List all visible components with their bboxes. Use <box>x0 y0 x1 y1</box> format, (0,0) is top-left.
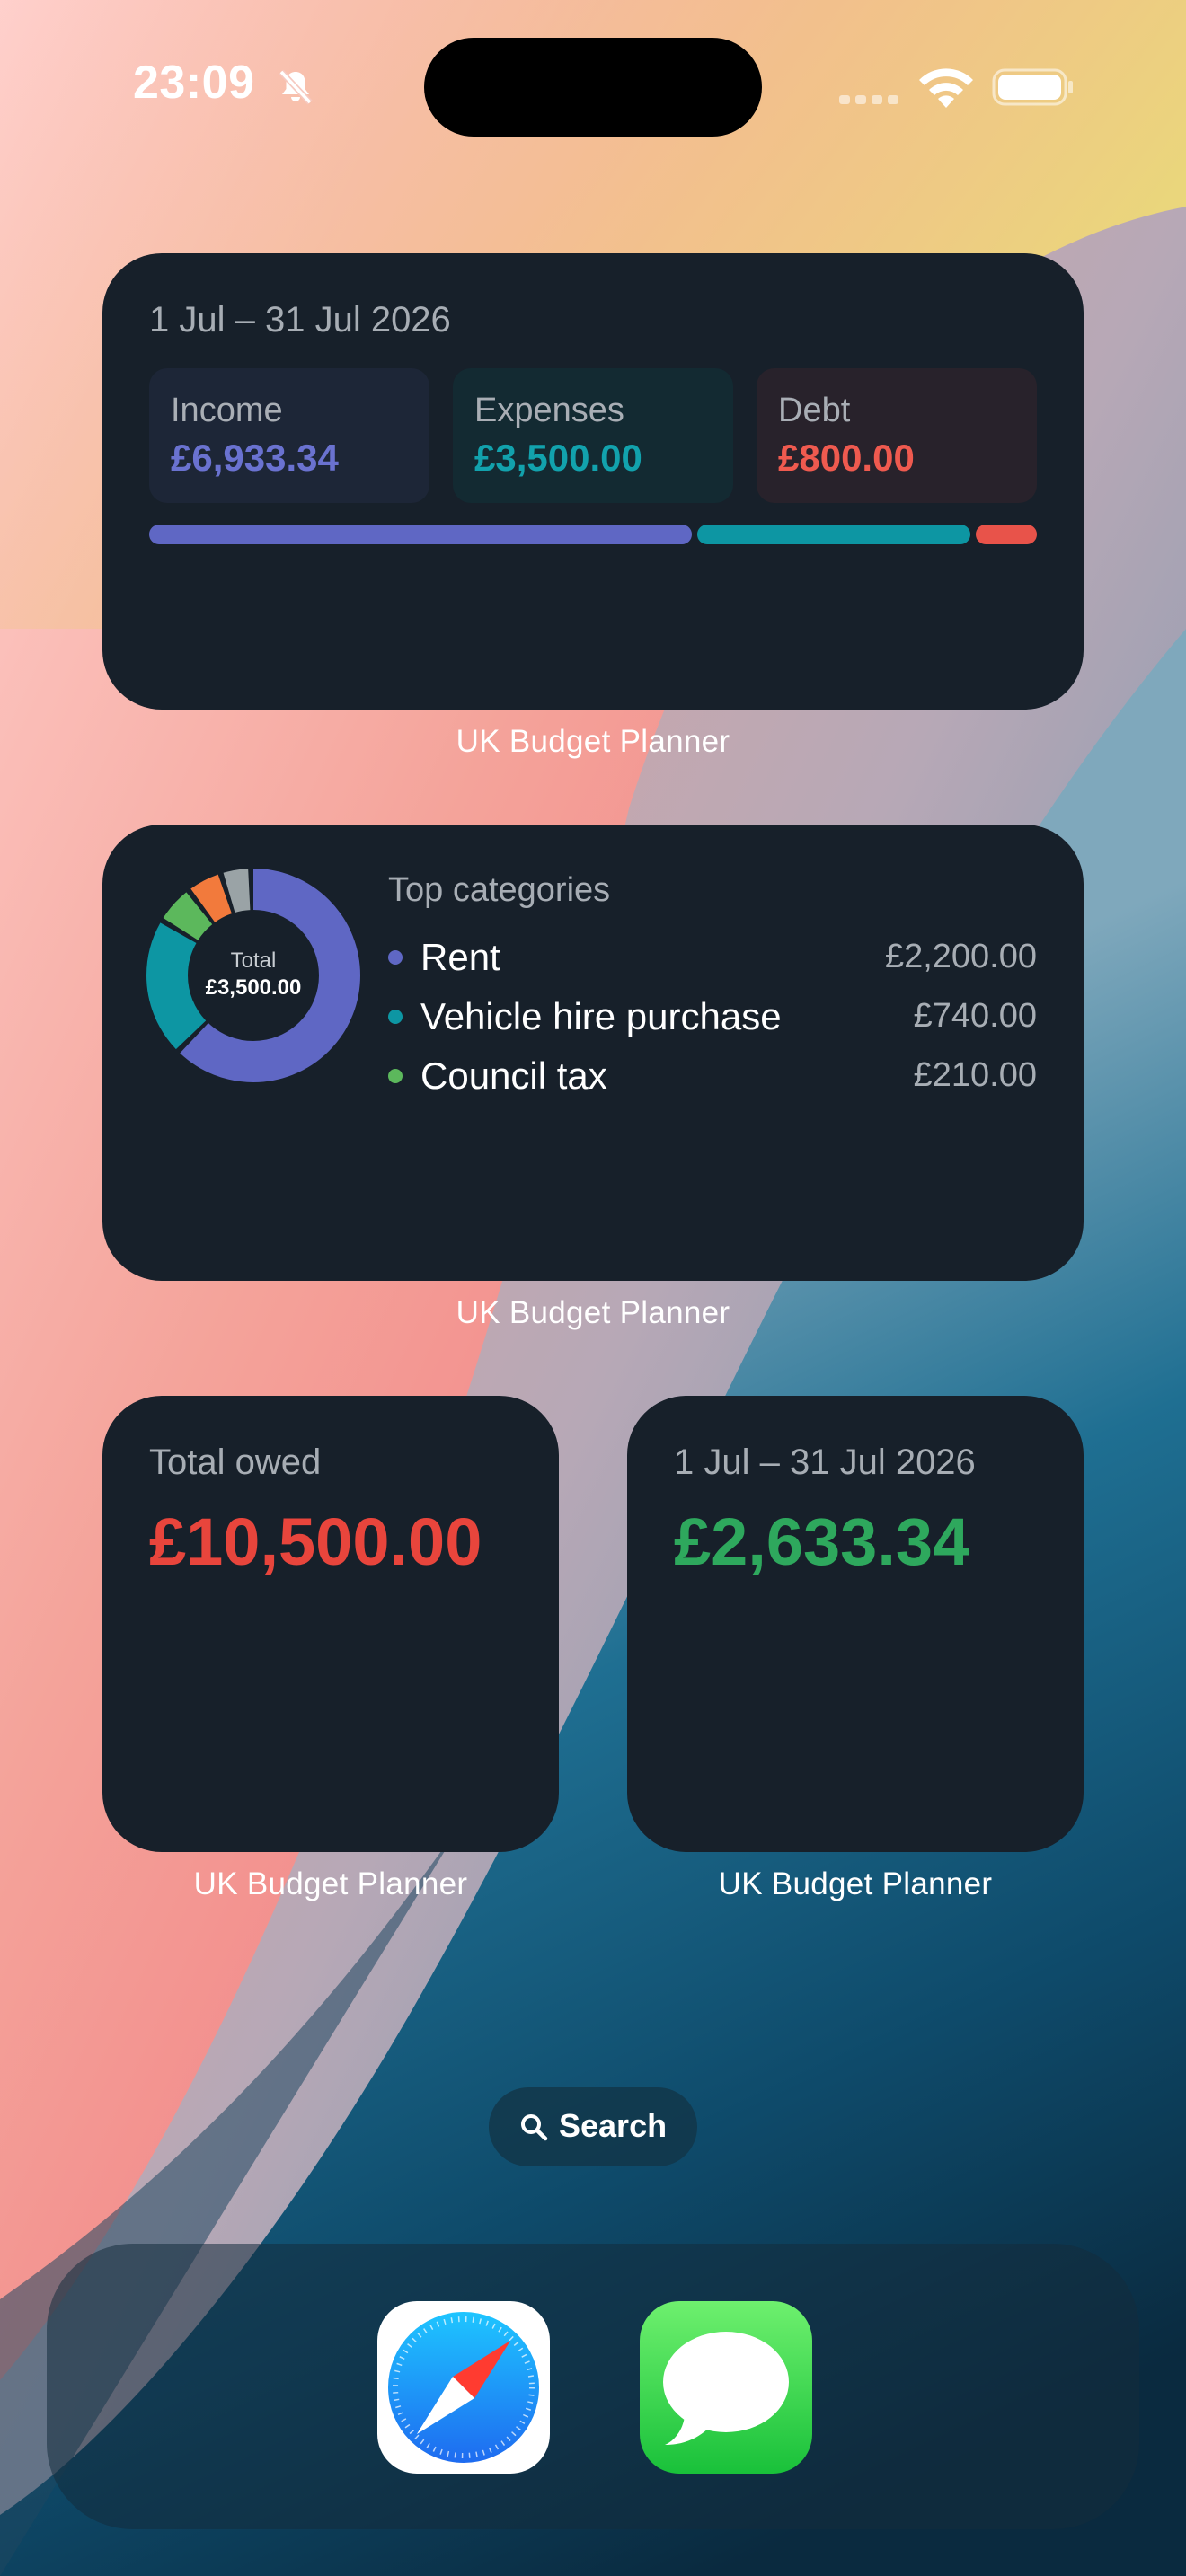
category-row: Rent £2,200.00 <box>388 929 1037 983</box>
income-label: Income <box>171 392 283 429</box>
search-label: Search <box>559 2107 668 2144</box>
category-color-dot <box>388 950 403 965</box>
debt-stat: Debt £800.00 <box>757 368 1037 503</box>
donut-total-value: £3,500.00 <box>205 975 302 1000</box>
income-value: £6,933.34 <box>171 437 339 479</box>
category-amount: £740.00 <box>913 997 1037 1035</box>
expenses-value: £3,500.00 <box>474 437 642 479</box>
category-name: Rent <box>420 936 500 978</box>
period-label: 1 Jul – 31 Jul 2026 <box>149 300 451 340</box>
magnifier-icon <box>521 2114 548 2141</box>
wifi-icon <box>915 65 978 110</box>
safari-icon[interactable] <box>377 2301 550 2474</box>
income-bar <box>149 525 692 544</box>
widget-caption: UK Budget Planner <box>456 724 730 759</box>
cellular-signal-icon <box>839 92 902 104</box>
income-stat: Income £6,933.34 <box>149 368 429 503</box>
debt-bar <box>976 525 1037 544</box>
debt-label: Debt <box>778 392 851 429</box>
balance-period-label: 1 Jul – 31 Jul 2026 <box>674 1442 976 1482</box>
widget-caption: UK Budget Planner <box>456 1295 730 1330</box>
home-search-button[interactable]: Search <box>489 2087 697 2166</box>
bell-slash-icon <box>275 66 316 108</box>
balance-widget[interactable]: 1 Jul – 31 Jul 2026 £2,633.34 <box>627 1396 1084 1852</box>
category-row: Vehicle hire purchase £740.00 <box>388 988 1037 1042</box>
top-categories-widget[interactable]: Total £3,500.00 Top categories Rent £2,2… <box>102 825 1084 1281</box>
battery-icon <box>992 66 1075 108</box>
budget-summary-widget[interactable]: 1 Jul – 31 Jul 2026 Income £6,933.34 Exp… <box>102 253 1084 710</box>
category-amount: £2,200.00 <box>884 938 1037 975</box>
expenses-label: Expenses <box>474 392 624 429</box>
donut-total-label: Total <box>230 948 277 973</box>
total-owed-widget[interactable]: Total owed £10,500.00 <box>102 1396 559 1852</box>
dock <box>47 2244 1139 2529</box>
category-color-dot <box>388 1069 403 1083</box>
balance-value: £2,633.34 <box>674 1504 970 1579</box>
category-name: Vehicle hire purchase <box>420 995 782 1037</box>
widget-caption: UK Budget Planner <box>718 1866 993 1901</box>
dynamic-island <box>424 38 762 137</box>
total-owed-value: £10,500.00 <box>149 1504 482 1579</box>
expenses-bar <box>697 525 970 544</box>
status-time: 23:09 <box>133 57 255 109</box>
debt-value: £800.00 <box>778 437 915 479</box>
messages-icon[interactable] <box>640 2301 812 2474</box>
category-color-dot <box>388 1010 403 1024</box>
category-amount: £210.00 <box>913 1056 1037 1094</box>
category-name: Council tax <box>420 1054 607 1097</box>
category-row: Council tax £210.00 <box>388 1047 1037 1101</box>
widget-caption: UK Budget Planner <box>193 1866 468 1901</box>
expenses-stat: Expenses £3,500.00 <box>453 368 733 503</box>
top-categories-header: Top categories <box>388 871 611 909</box>
total-owed-label: Total owed <box>149 1442 322 1482</box>
